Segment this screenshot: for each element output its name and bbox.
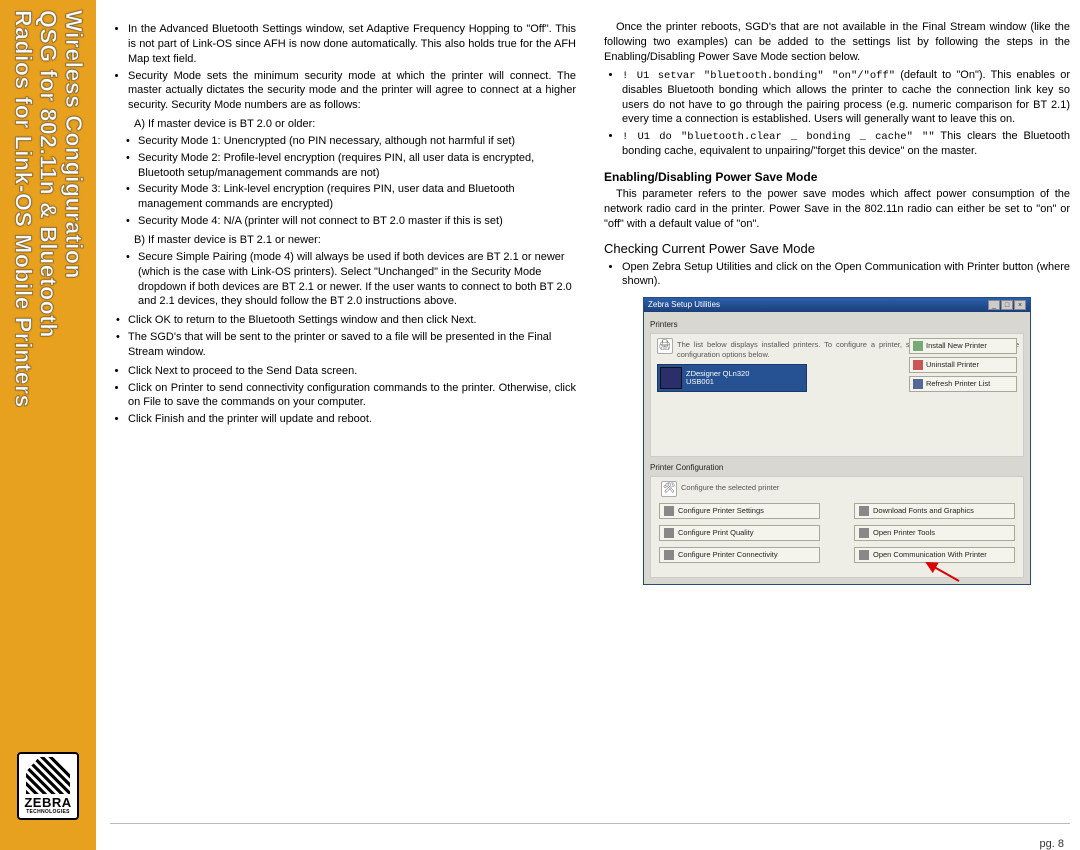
configure-print-quality-button[interactable]: Configure Print Quality (659, 525, 820, 541)
refresh-label: Refresh Printer List (926, 379, 990, 389)
zebra-head-icon (26, 757, 70, 794)
configure-printer-connectivity-button[interactable]: Configure Printer Connectivity (659, 547, 820, 563)
install-new-printer-button[interactable]: Install New Printer (909, 338, 1017, 354)
cmd-clear-code: ! U1 do "bluetooth.clear _ bonding _ cac… (622, 131, 935, 143)
cmd-bonding-code: ! U1 setvar "bluetooth.bonding" "on"/"of… (622, 70, 895, 82)
click-next: Click Next to proceed to the Send Data s… (128, 364, 576, 379)
printers-panel: 🖨 The list below displays installed prin… (650, 333, 1024, 457)
dl-fonts-label: Download Fonts and Graphics (873, 506, 974, 516)
sidebar-line1: Wireless Congiguration (61, 10, 87, 279)
zsu-screenshot: Zebra Setup Utilities _□× Printers 🖨 The… (643, 297, 1031, 585)
printer-config-panel: 🛠 Configure the selected printer Configu… (650, 476, 1024, 578)
lettered-a: A) If master device is BT 2.0 or older: (134, 117, 576, 132)
click-ok: Click OK to return to the Bluetooth Sett… (128, 313, 576, 328)
heading-checking: Checking Current Power Save Mode (604, 240, 1070, 258)
open-comm-icon (859, 550, 869, 560)
zsu-title: Zebra Setup Utilities (648, 298, 720, 312)
cfg-settings-icon (664, 506, 674, 516)
cmd-bonding: ! U1 setvar "bluetooth.bonding" "on"/"of… (622, 68, 1070, 128)
secmode-1: Security Mode 1: Unencrypted (no PIN nec… (138, 134, 576, 149)
cfg-settings-label: Configure Printer Settings (678, 506, 764, 516)
powersave-text: This parameter refers to the power save … (604, 187, 1070, 232)
heading-powersave: Enabling/Disabling Power Save Mode (604, 169, 1070, 185)
minimize-icon[interactable]: _ (988, 300, 1000, 310)
click-finish: Click Finish and the printer will update… (128, 412, 576, 427)
open-comm-label: Open Communication With Printer (873, 550, 987, 560)
config-hint-text: Configure the selected printer (681, 483, 779, 492)
footer-rule (110, 823, 1070, 824)
zebra-logo-name: ZEBRA (24, 796, 71, 809)
maximize-icon[interactable]: □ (1001, 300, 1013, 310)
uninstall-icon (913, 360, 923, 370)
zebra-logo: ZEBRA TECHNOLOGIES (17, 752, 79, 820)
printer-hint-icon: 🖨 (657, 338, 673, 354)
open-tools-icon (859, 528, 869, 538)
secmode-3: Security Mode 3: Link-level encryption (… (138, 182, 576, 212)
printer-list-item[interactable]: ZDesigner QLn320 USB001 (657, 364, 807, 392)
open-printer-tools-button[interactable]: Open Printer Tools (854, 525, 1015, 541)
secure-simple-pairing: Secure Simple Pairing (mode 4) will alwa… (138, 250, 576, 309)
config-hint-icon: 🛠 (661, 481, 677, 497)
left-bullet-secmode: Security Mode sets the minimum security … (128, 69, 576, 114)
printers-label: Printers (650, 320, 1024, 331)
click-printer: Click on Printer to send connectivity co… (128, 381, 576, 411)
zsu-titlebar: Zebra Setup Utilities _□× (644, 298, 1030, 312)
window-controls[interactable]: _□× (987, 298, 1026, 312)
dl-fonts-icon (859, 506, 869, 516)
lettered-b: B) If master device is BT 2.1 or newer: (134, 233, 576, 248)
configure-printer-settings-button[interactable]: Configure Printer Settings (659, 503, 820, 519)
cfg-conn-label: Configure Printer Connectivity (678, 550, 778, 560)
install-label: Install New Printer (926, 341, 987, 351)
sidebar-line3: Radios for Link-OS Mobile Printers (10, 10, 36, 408)
sidebar: Wireless Congiguration QSG for 802.11n &… (0, 0, 96, 850)
open-zsu: Open Zebra Setup Utilities and click on … (622, 260, 1070, 290)
printer-config-hint: 🛠 Configure the selected printer (681, 483, 1015, 493)
refresh-printer-list-button[interactable]: Refresh Printer List (909, 376, 1017, 392)
final-stream: The SGD's that will be sent to the print… (128, 330, 576, 360)
left-bullet-afh: In the Advanced Bluetooth Settings windo… (128, 22, 576, 67)
secmode-4: Security Mode 4: N/A (printer will not c… (138, 214, 576, 229)
right-intro: Once the printer reboots, SGD's that are… (604, 20, 1070, 65)
uninstall-label: Uninstall Printer (926, 360, 979, 370)
uninstall-printer-button[interactable]: Uninstall Printer (909, 357, 1017, 373)
secmode-2: Security Mode 2: Profile-level encryptio… (138, 151, 576, 181)
page-number: pg. 8 (1040, 838, 1064, 850)
download-fonts-button[interactable]: Download Fonts and Graphics (854, 503, 1015, 519)
cfg-quality-icon (664, 528, 674, 538)
install-icon (913, 341, 923, 351)
cfg-quality-label: Configure Print Quality (678, 528, 753, 538)
left-column: In the Advanced Bluetooth Settings windo… (110, 20, 576, 810)
sidebar-title: Wireless Congiguration QSG for 802.11n &… (10, 10, 86, 408)
sidebar-line2: QSG for 802.11n & Bluetooth (36, 10, 62, 338)
zebra-logo-sub: TECHNOLOGIES (26, 809, 70, 815)
printer-port: USB001 (686, 378, 749, 386)
open-tools-label: Open Printer Tools (873, 528, 935, 538)
printer-icon (660, 367, 682, 389)
right-column: Once the printer reboots, SGD's that are… (604, 20, 1070, 810)
cmd-clear-cache: ! U1 do "bluetooth.clear _ bonding _ cac… (622, 129, 1070, 159)
refresh-icon (913, 379, 923, 389)
close-icon[interactable]: × (1014, 300, 1026, 310)
cfg-conn-icon (664, 550, 674, 560)
page-content: In the Advanced Bluetooth Settings windo… (110, 20, 1070, 840)
open-communication-button[interactable]: Open Communication With Printer (854, 547, 1015, 563)
printer-config-label: Printer Configuration (650, 463, 1024, 474)
